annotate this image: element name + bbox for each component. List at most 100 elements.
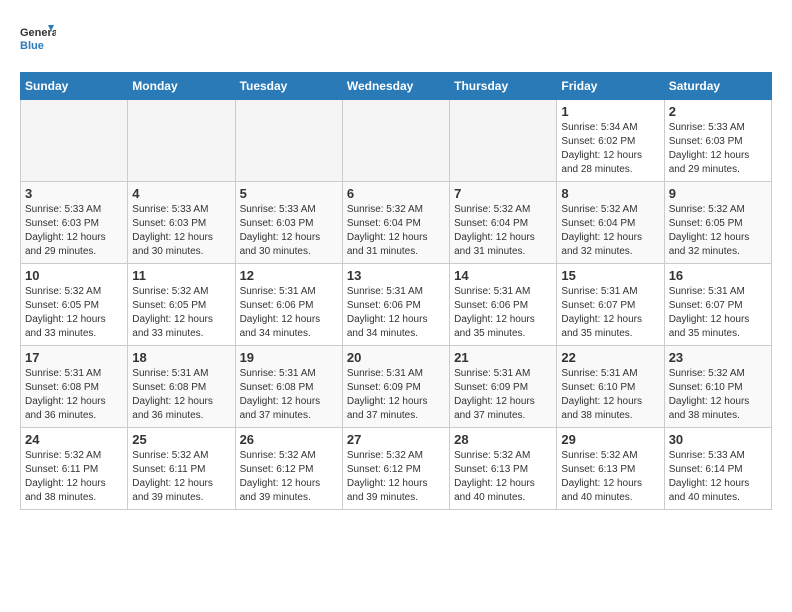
day-info: Sunrise: 5:33 AM Sunset: 6:03 PM Dayligh… (25, 203, 123, 259)
calendar-cell (21, 100, 128, 182)
day-info: Sunrise: 5:32 AM Sunset: 6:05 PM Dayligh… (669, 203, 767, 259)
day-info: Sunrise: 5:32 AM Sunset: 6:11 PM Dayligh… (132, 449, 230, 505)
day-number: 7 (454, 186, 552, 201)
day-number: 30 (669, 432, 767, 447)
calendar-cell: 11 Sunrise: 5:32 AM Sunset: 6:05 PM Dayli… (128, 264, 235, 346)
calendar-cell: 17 Sunrise: 5:31 AM Sunset: 6:08 PM Dayli… (21, 346, 128, 428)
calendar-cell: 27Sunrise: 5:32 AM Sunset: 6:12 PM Dayli… (342, 428, 449, 510)
day-info: Sunrise: 5:31 AM Sunset: 6:08 PM Dayligh… (25, 367, 123, 423)
calendar-week-2: 10 Sunrise: 5:32 AM Sunset: 6:05 PM Dayli… (21, 264, 772, 346)
calendar-header-row: SundayMondayTuesdayWednesdayThursdayFrid… (21, 73, 772, 100)
day-info: Sunrise: 5:32 AM Sunset: 6:10 PM Dayligh… (669, 367, 767, 423)
calendar-cell: 19 Sunrise: 5:31 AM Sunset: 6:08 PM Dayli… (235, 346, 342, 428)
weekday-header-monday: Monday (128, 73, 235, 100)
day-info: Sunrise: 5:32 AM Sunset: 6:11 PM Dayligh… (25, 449, 123, 505)
day-info: Sunrise: 5:32 AM Sunset: 6:04 PM Dayligh… (347, 203, 445, 259)
calendar-cell: 24 Sunrise: 5:32 AM Sunset: 6:11 PM Dayli… (21, 428, 128, 510)
calendar-cell: 21 Sunrise: 5:31 AM Sunset: 6:09 PM Dayli… (450, 346, 557, 428)
calendar-cell: 23 Sunrise: 5:32 AM Sunset: 6:10 PM Dayli… (664, 346, 771, 428)
day-info: Sunrise: 5:31 AM Sunset: 6:10 PM Dayligh… (561, 367, 659, 423)
day-number: 25 (132, 432, 230, 447)
day-info: Sunrise: 5:31 AM Sunset: 6:07 PM Dayligh… (561, 285, 659, 341)
day-number: 26 (240, 432, 338, 447)
day-info: Sunrise: 5:31 AM Sunset: 6:08 PM Dayligh… (132, 367, 230, 423)
day-number: 24 (25, 432, 123, 447)
calendar-cell: 26 Sunrise: 5:32 AM Sunset: 6:12 PM Dayli… (235, 428, 342, 510)
day-number: 20 (347, 350, 445, 365)
weekday-header-thursday: Thursday (450, 73, 557, 100)
day-number: 8 (561, 186, 659, 201)
day-number: 23 (669, 350, 767, 365)
day-number: 6 (347, 186, 445, 201)
weekday-header-friday: Friday (557, 73, 664, 100)
day-info: Sunrise: 5:34 AM Sunset: 6:02 PM Dayligh… (561, 121, 659, 177)
logo-container: General Blue (20, 20, 56, 56)
day-number: 17 (25, 350, 123, 365)
calendar-cell (128, 100, 235, 182)
calendar-cell: 6 Sunrise: 5:32 AM Sunset: 6:04 PM Daylig… (342, 182, 449, 264)
day-number: 2 (669, 104, 767, 119)
calendar-cell: 9 Sunrise: 5:32 AM Sunset: 6:05 PM Daylig… (664, 182, 771, 264)
calendar-cell: 20 Sunrise: 5:31 AM Sunset: 6:09 PM Dayli… (342, 346, 449, 428)
page-header: General Blue (20, 20, 772, 56)
calendar-cell: 30Sunrise: 5:33 AM Sunset: 6:14 PM Dayli… (664, 428, 771, 510)
calendar-body: 1Sunrise: 5:34 AM Sunset: 6:02 PM Daylig… (21, 100, 772, 510)
day-info: Sunrise: 5:33 AM Sunset: 6:03 PM Dayligh… (669, 121, 767, 177)
logo: General Blue (20, 20, 56, 56)
logo-svg: General Blue (20, 20, 56, 56)
weekday-header-wednesday: Wednesday (342, 73, 449, 100)
calendar-cell: 28 Sunrise: 5:32 AM Sunset: 6:13 PM Dayli… (450, 428, 557, 510)
day-info: Sunrise: 5:32 AM Sunset: 6:04 PM Dayligh… (561, 203, 659, 259)
calendar-cell: 22 Sunrise: 5:31 AM Sunset: 6:10 PM Dayli… (557, 346, 664, 428)
weekday-header-saturday: Saturday (664, 73, 771, 100)
day-info: Sunrise: 5:32 AM Sunset: 6:04 PM Dayligh… (454, 203, 552, 259)
calendar-week-3: 17 Sunrise: 5:31 AM Sunset: 6:08 PM Dayli… (21, 346, 772, 428)
calendar-cell: 1Sunrise: 5:34 AM Sunset: 6:02 PM Daylig… (557, 100, 664, 182)
day-info: Sunrise: 5:31 AM Sunset: 6:06 PM Dayligh… (240, 285, 338, 341)
day-number: 10 (25, 268, 123, 283)
day-number: 4 (132, 186, 230, 201)
day-info: Sunrise: 5:31 AM Sunset: 6:09 PM Dayligh… (454, 367, 552, 423)
weekday-header-tuesday: Tuesday (235, 73, 342, 100)
calendar-cell (235, 100, 342, 182)
day-number: 22 (561, 350, 659, 365)
calendar-cell: 5 Sunrise: 5:33 AM Sunset: 6:03 PM Daylig… (235, 182, 342, 264)
day-info: Sunrise: 5:32 AM Sunset: 6:05 PM Dayligh… (132, 285, 230, 341)
calendar-cell: 13Sunrise: 5:31 AM Sunset: 6:06 PM Dayli… (342, 264, 449, 346)
calendar-cell: 18 Sunrise: 5:31 AM Sunset: 6:08 PM Dayli… (128, 346, 235, 428)
day-number: 19 (240, 350, 338, 365)
day-info: Sunrise: 5:31 AM Sunset: 6:06 PM Dayligh… (347, 285, 445, 341)
day-number: 9 (669, 186, 767, 201)
calendar-week-0: 1Sunrise: 5:34 AM Sunset: 6:02 PM Daylig… (21, 100, 772, 182)
calendar-cell (342, 100, 449, 182)
day-number: 18 (132, 350, 230, 365)
calendar-cell: 10 Sunrise: 5:32 AM Sunset: 6:05 PM Dayli… (21, 264, 128, 346)
day-info: Sunrise: 5:33 AM Sunset: 6:03 PM Dayligh… (240, 203, 338, 259)
calendar-week-1: 3 Sunrise: 5:33 AM Sunset: 6:03 PM Daylig… (21, 182, 772, 264)
calendar-cell: 8 Sunrise: 5:32 AM Sunset: 6:04 PM Daylig… (557, 182, 664, 264)
calendar-cell: 2 Sunrise: 5:33 AM Sunset: 6:03 PM Daylig… (664, 100, 771, 182)
day-number: 28 (454, 432, 552, 447)
calendar-cell: 12 Sunrise: 5:31 AM Sunset: 6:06 PM Dayli… (235, 264, 342, 346)
day-number: 5 (240, 186, 338, 201)
day-number: 3 (25, 186, 123, 201)
day-number: 12 (240, 268, 338, 283)
day-info: Sunrise: 5:31 AM Sunset: 6:08 PM Dayligh… (240, 367, 338, 423)
calendar-cell: 14Sunrise: 5:31 AM Sunset: 6:06 PM Dayli… (450, 264, 557, 346)
calendar-week-4: 24 Sunrise: 5:32 AM Sunset: 6:11 PM Dayli… (21, 428, 772, 510)
day-info: Sunrise: 5:32 AM Sunset: 6:13 PM Dayligh… (454, 449, 552, 505)
day-info: Sunrise: 5:31 AM Sunset: 6:06 PM Dayligh… (454, 285, 552, 341)
calendar-cell (450, 100, 557, 182)
day-info: Sunrise: 5:32 AM Sunset: 6:12 PM Dayligh… (240, 449, 338, 505)
day-info: Sunrise: 5:31 AM Sunset: 6:09 PM Dayligh… (347, 367, 445, 423)
calendar-cell: 4 Sunrise: 5:33 AM Sunset: 6:03 PM Daylig… (128, 182, 235, 264)
day-number: 21 (454, 350, 552, 365)
weekday-header-sunday: Sunday (21, 73, 128, 100)
day-number: 11 (132, 268, 230, 283)
day-number: 27 (347, 432, 445, 447)
svg-text:Blue: Blue (20, 40, 44, 52)
calendar-cell: 7 Sunrise: 5:32 AM Sunset: 6:04 PM Daylig… (450, 182, 557, 264)
day-info: Sunrise: 5:32 AM Sunset: 6:05 PM Dayligh… (25, 285, 123, 341)
day-info: Sunrise: 5:33 AM Sunset: 6:03 PM Dayligh… (132, 203, 230, 259)
calendar-cell: 3 Sunrise: 5:33 AM Sunset: 6:03 PM Daylig… (21, 182, 128, 264)
